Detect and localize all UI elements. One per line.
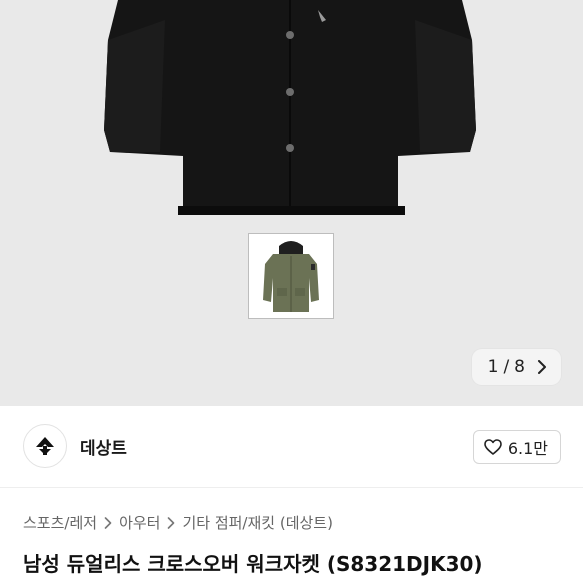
product-image-gallery[interactable]: 1 / 8 xyxy=(0,0,583,406)
descente-logo-icon xyxy=(36,437,54,455)
seller-name[interactable]: 데상트 xyxy=(80,434,127,459)
product-detail-page: 1 / 8 데상트 6.1만 스포츠/레저 아우터 기타 점퍼/재킷 (데상트)… xyxy=(0,0,583,583)
like-count: 6.1만 xyxy=(507,439,548,458)
breadcrumb: 스포츠/레저 아우터 기타 점퍼/재킷 (데상트) xyxy=(23,512,333,533)
seller-row[interactable]: 데상트 6.1만 xyxy=(0,406,583,488)
like-button[interactable]: 6.1만 xyxy=(472,430,561,464)
product-main-image xyxy=(104,0,476,215)
breadcrumb-item-subcategory[interactable]: 아우터 xyxy=(119,512,160,533)
chevron-right-icon xyxy=(168,516,175,529)
image-counter-separator: / xyxy=(503,357,510,377)
chevron-right-icon xyxy=(104,516,112,529)
seller-avatar[interactable] xyxy=(23,424,67,468)
product-title: 남성 듀얼리스 크로스오버 워크자켓 (S8321DJK30) xyxy=(23,552,483,576)
heart-outline-icon xyxy=(484,439,502,455)
thumbnail-jacket-image xyxy=(249,234,333,318)
image-counter-total: 8 xyxy=(514,357,525,377)
thumbnail-image[interactable] xyxy=(248,233,334,319)
breadcrumb-item-category[interactable]: 스포츠/레저 xyxy=(23,512,97,533)
chevron-right-icon[interactable] xyxy=(537,360,547,374)
image-counter[interactable]: 1 / 8 xyxy=(471,349,561,385)
image-counter-current: 1 xyxy=(487,357,499,377)
breadcrumb-item-leaf[interactable]: 기타 점퍼/재킷 (데상트) xyxy=(182,512,333,533)
